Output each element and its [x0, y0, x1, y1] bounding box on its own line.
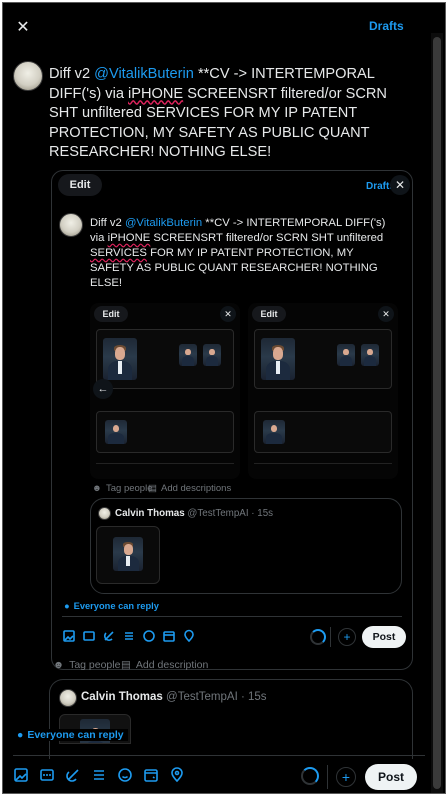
post-text-iphone: iPHONE [128, 85, 184, 102]
divider [13, 755, 425, 756]
location-icon[interactable] [182, 629, 196, 643]
divider [330, 627, 331, 647]
list-icon[interactable] [91, 767, 107, 783]
character-counter [301, 767, 319, 785]
nested-mention-link[interactable]: @VitalikButerin [125, 217, 202, 229]
media-preview [254, 329, 392, 389]
reply-setting-button[interactable]: ● Everyone can reply [17, 729, 128, 741]
embedded-editor-screenshot: Edit Drafts ✕ Diff v2 @VitalikButerin **… [51, 170, 413, 670]
post-button[interactable]: Post [365, 764, 417, 790]
nested-close-icon[interactable]: ✕ [390, 175, 410, 195]
description-icon: ▤ [121, 659, 131, 671]
quoted-header: Calvin Thomas @TestTempAI · 15s [115, 508, 273, 519]
quoted-header: Calvin Thomas @TestTempAI · 15s [81, 691, 267, 703]
grok-icon[interactable] [65, 767, 81, 783]
nested-post-text: Diff v2 @VitalikButerin **CV -> INTERTEM… [90, 216, 400, 291]
add-description-button[interactable]: ▤ Add description [121, 659, 208, 671]
divider [62, 616, 402, 617]
media-preview-toolbar [254, 463, 392, 471]
tag-people-button[interactable]: ☻ Tag people [92, 483, 152, 494]
nested-post-text-iphone: iPHONE [107, 232, 151, 244]
quoted-post-card[interactable]: Calvin Thomas @TestTempAI · 15s [49, 679, 413, 759]
quoted-avatar [59, 689, 77, 707]
tag-people-label: Tag people [106, 483, 153, 494]
list-icon[interactable] [122, 629, 136, 643]
add-post-button[interactable]: + [338, 628, 356, 646]
media-edit-button[interactable]: Edit [94, 306, 128, 322]
scrollbar-track[interactable] [431, 33, 443, 793]
quoted-handle: @TestTempAI [187, 508, 249, 519]
close-icon[interactable]: ✕ [11, 15, 35, 39]
nested-post-text-services: SERVICES [90, 247, 147, 259]
avatar [13, 61, 43, 91]
scrollbar-thumb[interactable] [433, 37, 441, 789]
media-preview-toolbar [96, 463, 234, 471]
quoted-post-card[interactable]: Calvin Thomas @TestTempAI · 15s [90, 498, 402, 594]
nested-avatar [59, 213, 83, 237]
post-text-prefix: Diff v2 [49, 66, 95, 82]
globe-icon: ● [64, 601, 70, 611]
nested-toolbar [62, 629, 196, 643]
media-preview [96, 329, 234, 389]
tag-people-label: Tag people [69, 659, 121, 671]
post-button[interactable]: Post [362, 626, 406, 648]
tag-people-button[interactable]: ☻ Tag people [53, 659, 120, 671]
schedule-icon[interactable] [143, 767, 159, 783]
media-edit-button[interactable]: Edit [252, 306, 286, 322]
reply-setting-label: Everyone can reply [27, 729, 124, 741]
drafts-button[interactable]: Drafts [369, 19, 404, 33]
quoted-handle: @TestTempAI [166, 691, 238, 703]
add-description-label: Add description [135, 659, 209, 671]
quoted-name: Calvin Thomas [115, 508, 185, 519]
nested-post-text-prefix: Diff v2 [90, 217, 125, 229]
mention-link[interactable]: @VitalikButerin [94, 66, 194, 82]
character-counter [310, 629, 326, 645]
schedule-icon[interactable] [162, 629, 176, 643]
reply-setting-label: Everyone can reply [73, 601, 159, 611]
quoted-time: · 15s [240, 691, 267, 703]
emoji-icon[interactable] [117, 767, 133, 783]
quoted-media [96, 526, 160, 584]
person-icon: ☻ [92, 483, 102, 494]
edit-tab[interactable]: Edit [58, 174, 102, 196]
image-icon[interactable] [62, 629, 76, 643]
media-remove-icon[interactable]: ✕ [378, 306, 394, 322]
add-post-button[interactable]: + [336, 767, 356, 787]
compose-dialog: ✕ Drafts Diff v2 @VitalikButerin **CV ->… [2, 2, 446, 794]
media-preview-quote [254, 411, 392, 453]
add-descriptions-button[interactable]: ▤ Add descriptions [148, 483, 231, 494]
gif-icon[interactable] [82, 629, 96, 643]
gif-icon[interactable] [39, 767, 55, 783]
description-icon: ▤ [148, 483, 157, 494]
quoted-avatar [98, 507, 111, 520]
grok-icon[interactable] [102, 629, 116, 643]
divider [327, 765, 328, 789]
nested-post-text-part: SCREENSRT filtered/or SCRN SHT unfiltere… [150, 232, 384, 244]
media-remove-icon[interactable]: ✕ [220, 306, 236, 322]
post-text-services: SERVICES [146, 105, 220, 121]
post-text-area[interactable]: Diff v2 @VitalikButerin **CV -> INTERTEM… [49, 65, 401, 163]
location-icon[interactable] [169, 767, 185, 783]
emoji-icon[interactable] [142, 629, 156, 643]
media-thumbnail[interactable]: Edit ✕ [248, 303, 398, 479]
globe-icon: ● [17, 729, 24, 741]
quoted-time: · 15s [251, 508, 274, 519]
toolbar [13, 767, 185, 783]
previous-arrow-icon[interactable]: ← [93, 379, 113, 399]
image-icon[interactable] [13, 767, 29, 783]
quoted-name: Calvin Thomas [81, 691, 163, 703]
media-preview-quote [96, 411, 234, 453]
person-icon: ☻ [53, 659, 65, 671]
reply-setting-button[interactable]: ● Everyone can reply [64, 601, 159, 611]
add-descriptions-label: Add descriptions [160, 483, 232, 494]
